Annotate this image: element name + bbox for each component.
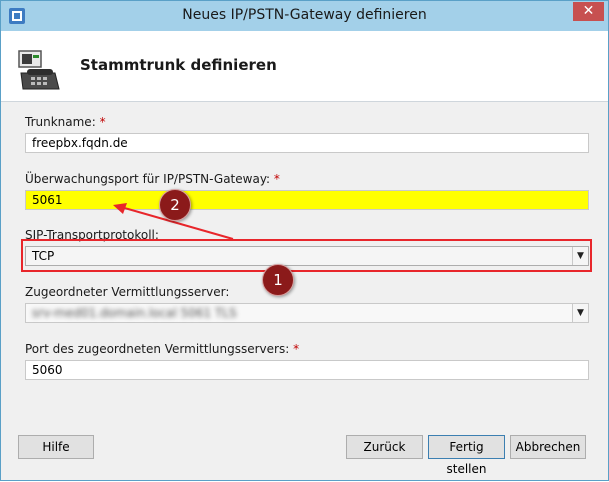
dialog-window: Neues IP/PSTN-Gateway definieren ✕ Stamm… — [0, 0, 609, 481]
monitor-port-label-text: Überwachungsport für IP/PSTN-Gateway: — [25, 172, 271, 186]
wizard-header: Stammtrunk definieren — [1, 31, 608, 102]
dropdown-arrow-icon: ▼ — [572, 304, 588, 322]
help-button[interactable]: Hilfe — [18, 435, 94, 459]
monitor-port-label: Überwachungsport für IP/PSTN-Gateway: * — [25, 172, 280, 186]
annotation-marker-1: 1 — [262, 264, 294, 296]
trunk-name-label: Trunkname: * — [25, 115, 106, 129]
mediation-port-label-text: Port des zugeordneten Vermittlungsserver… — [25, 342, 290, 356]
trunk-name-input[interactable]: freepbx.fqdn.de — [25, 133, 589, 153]
required-mark: * — [293, 342, 300, 356]
mediation-server-value: srv-med01.domain.local 5061 TLS — [32, 306, 237, 320]
title-bar[interactable]: Neues IP/PSTN-Gateway definieren ✕ — [1, 1, 608, 31]
required-mark: * — [99, 115, 106, 129]
mediation-port-label: Port des zugeordneten Vermittlungsserver… — [25, 342, 299, 356]
gateway-phone-icon — [18, 50, 60, 90]
back-button[interactable]: Zurück — [346, 435, 423, 459]
mediation-server-label: Zugeordneter Vermittlungsserver: — [25, 285, 230, 299]
annotation-marker-2: 2 — [159, 189, 191, 221]
cancel-button[interactable]: Abbrechen — [510, 435, 586, 459]
mediation-server-select: srv-med01.domain.local 5061 TLS ▼ — [25, 303, 589, 323]
annotation-highlight-box — [21, 239, 592, 272]
monitor-port-input[interactable]: 5061 — [25, 190, 589, 210]
mediation-port-input[interactable]: 5060 — [25, 360, 589, 380]
window-title: Neues IP/PSTN-Gateway definieren — [182, 7, 427, 23]
required-mark: * — [273, 172, 280, 186]
finish-button[interactable]: Fertig stellen — [428, 435, 505, 476]
close-button[interactable]: ✕ — [573, 2, 604, 21]
trunk-name-label-text: Trunkname: — [25, 115, 96, 129]
page-title: Stammtrunk definieren — [80, 56, 277, 74]
